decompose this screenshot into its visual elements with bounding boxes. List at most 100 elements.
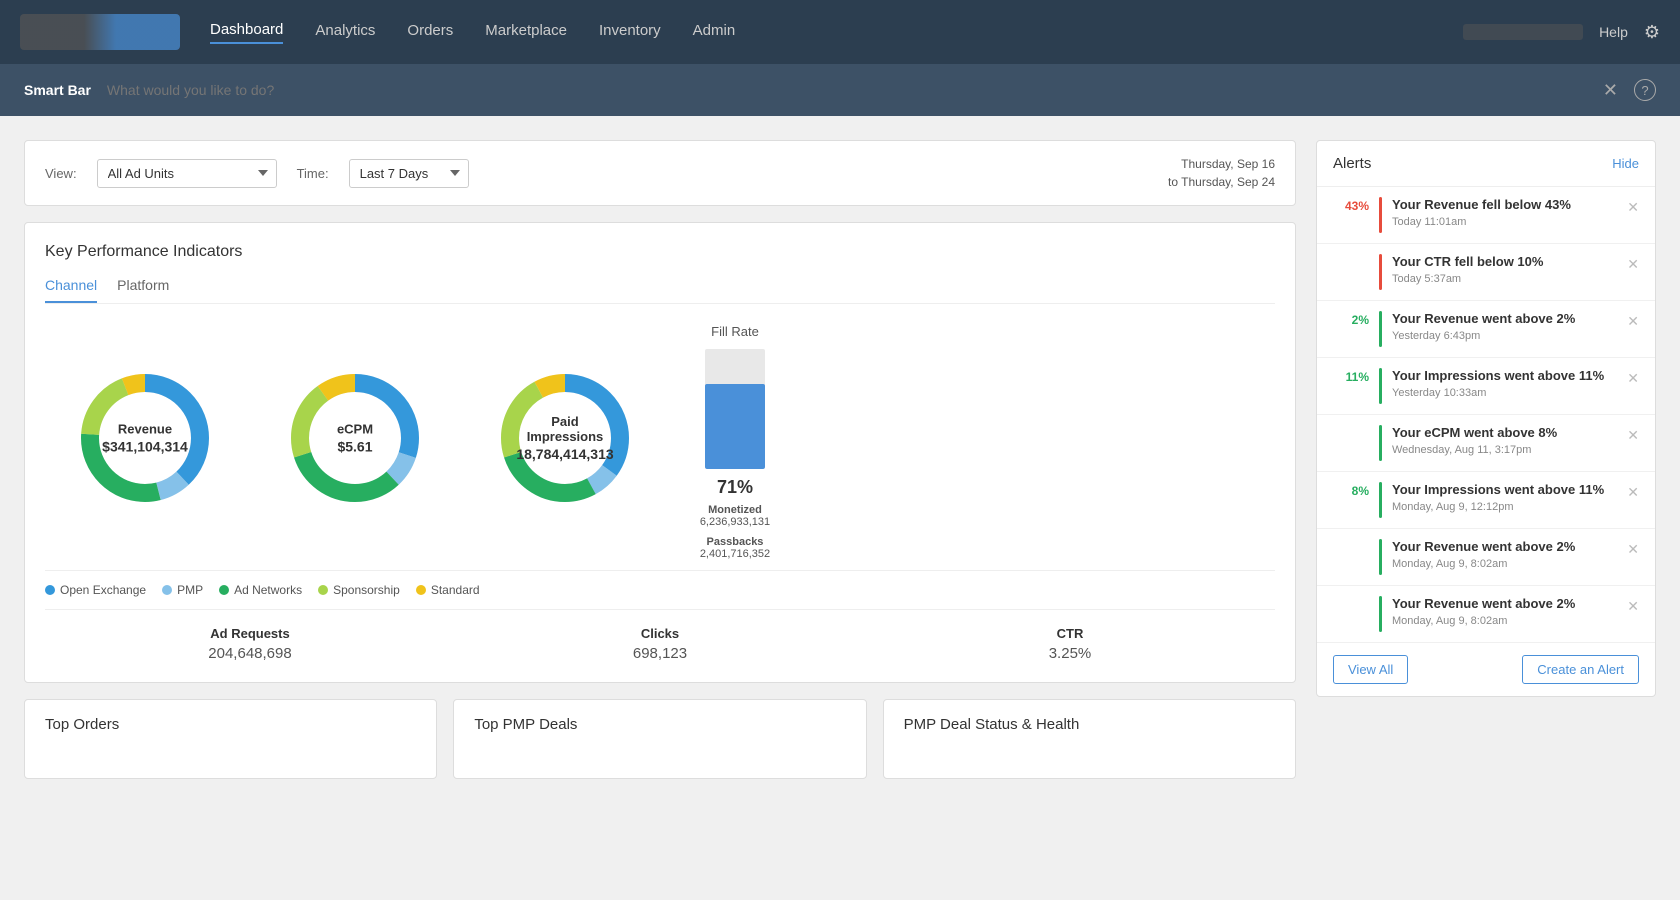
alert-content-4: Your eCPM went above 8% Wednesday, Aug 1… (1392, 425, 1617, 456)
stats-row: Ad Requests 204,648,698 Clicks 698,123 C… (45, 609, 1275, 662)
alert-badge-1 (1333, 254, 1369, 256)
view-label: View: (45, 166, 77, 181)
nav-analytics[interactable]: Analytics (315, 22, 375, 43)
smart-bar-label: Smart Bar (24, 82, 91, 98)
time-label: Time: (297, 166, 329, 181)
settings-icon[interactable]: ⚙ (1644, 22, 1660, 43)
ecpm-donut-text: eCPM $5.61 (337, 422, 373, 455)
top-pmp-deals-card: Top PMP Deals (453, 699, 866, 779)
fill-rate-percent: 71% (717, 477, 753, 498)
fill-rate-chart: Fill Rate 71% Monetized 6,236,933,131 Pa… (675, 324, 795, 560)
smart-bar: Smart Bar ✕ ? (0, 64, 1680, 116)
ecpm-chart: eCPM $5.61 (255, 363, 455, 521)
nav-orders[interactable]: Orders (407, 22, 453, 43)
top-navigation: Dashboard Analytics Orders Marketplace I… (0, 0, 1680, 64)
left-panel: View: All Ad Units Time: Last 7 Days Thu… (24, 140, 1296, 779)
legend-dot-ad-networks (219, 585, 229, 595)
alert-bar-4 (1379, 425, 1382, 461)
legend-dot-standard (416, 585, 426, 595)
kpi-title: Key Performance Indicators (45, 243, 1275, 261)
user-info (1463, 24, 1583, 40)
alert-badge-3: 11% (1333, 368, 1369, 384)
stat-ad-requests: Ad Requests 204,648,698 (45, 626, 455, 662)
create-alert-button[interactable]: Create an Alert (1522, 655, 1639, 684)
alerts-title: Alerts (1333, 155, 1371, 172)
view-select[interactable]: All Ad Units (97, 159, 277, 188)
legend-standard: Standard (416, 583, 480, 597)
alert-content-2: Your Revenue went above 2% Yesterday 6:4… (1392, 311, 1617, 342)
revenue-donut-text: Revenue $341,104,314 (102, 422, 188, 455)
legend-dot-sponsorship (318, 585, 328, 595)
ecpm-donut: eCPM $5.61 (280, 363, 430, 513)
view-all-button[interactable]: View All (1333, 655, 1408, 684)
fill-rate-title: Fill Rate (711, 324, 759, 339)
alerts-hide-button[interactable]: Hide (1612, 156, 1639, 171)
alert-bar-6 (1379, 539, 1382, 575)
alert-close-7[interactable]: ✕ (1627, 596, 1639, 615)
smart-bar-input[interactable] (107, 82, 1587, 98)
alert-content-6: Your Revenue went above 2% Monday, Aug 9… (1392, 539, 1617, 570)
alert-item-0: 43% Your Revenue fell below 43% Today 11… (1317, 187, 1655, 244)
stat-clicks: Clicks 698,123 (455, 626, 865, 662)
alert-content-1: Your CTR fell below 10% Today 5:37am (1392, 254, 1617, 285)
nav-marketplace[interactable]: Marketplace (485, 22, 567, 43)
nav-links: Dashboard Analytics Orders Marketplace I… (210, 21, 1463, 44)
main-content: View: All Ad Units Time: Last 7 Days Thu… (0, 116, 1680, 803)
impressions-chart: Paid Impressions 18,784,414,313 (465, 363, 665, 521)
fill-bar-container (705, 349, 765, 469)
monetized-label: Monetized (708, 504, 762, 516)
time-select[interactable]: Last 7 Days (349, 159, 469, 188)
alert-badge-7 (1333, 596, 1369, 598)
bottom-cards: Top Orders Top PMP Deals PMP Deal Status… (24, 699, 1296, 779)
legend-open-exchange: Open Exchange (45, 583, 146, 597)
alert-content-3: Your Impressions went above 11% Yesterda… (1392, 368, 1617, 399)
alerts-footer: View All Create an Alert (1317, 643, 1655, 696)
impressions-donut-text: Paid Impressions 18,784,414,313 (516, 414, 613, 462)
tab-platform[interactable]: Platform (117, 277, 169, 303)
alert-close-6[interactable]: ✕ (1627, 539, 1639, 558)
charts-row: Revenue $341,104,314 (45, 324, 1275, 560)
nav-inventory[interactable]: Inventory (599, 22, 661, 43)
alert-badge-2: 2% (1333, 311, 1369, 327)
alert-bar-3 (1379, 368, 1382, 404)
alert-close-2[interactable]: ✕ (1627, 311, 1639, 330)
help-link[interactable]: Help (1599, 24, 1628, 40)
alert-badge-5: 8% (1333, 482, 1369, 498)
legend-ad-networks: Ad Networks (219, 583, 302, 597)
alert-content-0: Your Revenue fell below 43% Today 11:01a… (1392, 197, 1617, 228)
alert-close-1[interactable]: ✕ (1627, 254, 1639, 273)
fill-bar (705, 384, 765, 469)
smart-bar-help-icon[interactable]: ? (1634, 79, 1656, 101)
nav-dashboard[interactable]: Dashboard (210, 21, 283, 44)
date-range: Thursday, Sep 16 to Thursday, Sep 24 (1168, 155, 1275, 191)
legend-pmp: PMP (162, 583, 203, 597)
alert-close-4[interactable]: ✕ (1627, 425, 1639, 444)
filter-bar: View: All Ad Units Time: Last 7 Days Thu… (24, 140, 1296, 206)
nav-right: Help ⚙ (1463, 22, 1660, 43)
smart-bar-close-icon[interactable]: ✕ (1603, 80, 1618, 101)
revenue-chart: Revenue $341,104,314 (45, 363, 245, 521)
alert-item-5: 8% Your Impressions went above 11% Monda… (1317, 472, 1655, 529)
monetized-value: 6,236,933,131 (700, 516, 770, 528)
alert-bar-7 (1379, 596, 1382, 632)
kpi-tabs: Channel Platform (45, 277, 1275, 304)
top-orders-card: Top Orders (24, 699, 437, 779)
nav-admin[interactable]: Admin (693, 22, 736, 43)
alerts-header: Alerts Hide (1317, 141, 1655, 187)
alert-item-1: Your CTR fell below 10% Today 5:37am ✕ (1317, 244, 1655, 301)
alert-item-3: 11% Your Impressions went above 11% Yest… (1317, 358, 1655, 415)
alert-bar-1 (1379, 254, 1382, 290)
alert-content-5: Your Impressions went above 11% Monday, … (1392, 482, 1617, 513)
logo (20, 14, 180, 50)
alert-bar-2 (1379, 311, 1382, 347)
tab-channel[interactable]: Channel (45, 277, 97, 303)
impressions-donut: Paid Impressions 18,784,414,313 (490, 363, 640, 513)
alert-badge-4 (1333, 425, 1369, 427)
alert-bar-5 (1379, 482, 1382, 518)
alert-close-5[interactable]: ✕ (1627, 482, 1639, 501)
alert-item-2: 2% Your Revenue went above 2% Yesterday … (1317, 301, 1655, 358)
chart-legend: Open Exchange PMP Ad Networks Sponsorshi… (45, 570, 1275, 609)
legend-sponsorship: Sponsorship (318, 583, 400, 597)
alert-close-0[interactable]: ✕ (1627, 197, 1639, 216)
alert-close-3[interactable]: ✕ (1627, 368, 1639, 387)
